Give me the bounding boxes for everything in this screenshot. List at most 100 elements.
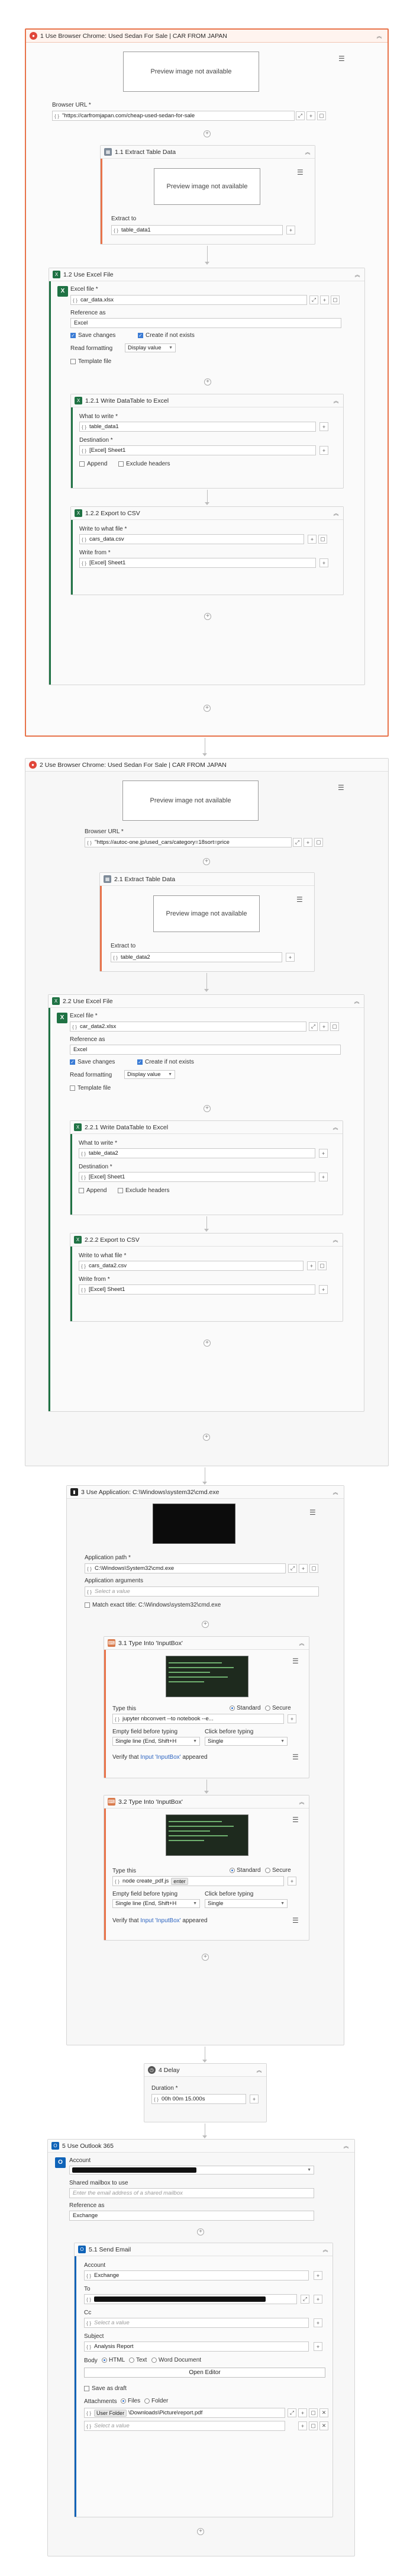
activity-header[interactable]: ⌨ 3.1 Type Into 'InputBox' ︽ (104, 1637, 309, 1650)
reference-as-field[interactable]: Exchange (69, 2211, 314, 2221)
add-variable-icon[interactable]: + (319, 1149, 328, 1158)
extract-to-field[interactable]: { } table_data2 (111, 952, 282, 962)
shared-mailbox-field[interactable]: Enter the email address of a shared mail… (69, 2188, 314, 2198)
type-this-field[interactable]: { } node create_pdf.js enter (112, 1876, 284, 1886)
activity-export-csv[interactable]: X 1.2.2 Export to CSV ︽ Write to what fi… (70, 506, 344, 595)
append-checkbox[interactable]: Append (79, 1187, 106, 1194)
add-variable-icon[interactable]: + (288, 1877, 296, 1886)
add-variable-icon[interactable]: + (250, 2095, 259, 2103)
activity-header[interactable]: O 5.1 Send Email ︽ (75, 2243, 332, 2256)
activity-extract-table[interactable]: ▦ 2.1 Extract Table Data Preview image n… (99, 872, 315, 972)
collapse-icon[interactable]: ︽ (343, 2143, 350, 2150)
more-options-icon[interactable]: ☰ (292, 1657, 299, 1665)
add-variable-icon[interactable]: + (319, 446, 328, 455)
body-text-radio[interactable]: Text (129, 2357, 147, 2363)
add-variable-icon[interactable]: + (314, 2271, 322, 2280)
folder-icon[interactable]: ▢ (331, 295, 340, 304)
collapse-icon[interactable]: ︽ (376, 33, 383, 40)
destination-field[interactable]: { } [Excel] Sheet1 (79, 1172, 315, 1182)
add-variable-icon[interactable]: + (299, 1564, 308, 1573)
folder-icon[interactable]: ▢ (330, 1022, 339, 1031)
more-options-icon[interactable]: ☰ (296, 895, 303, 904)
activity-use-outlook[interactable]: O 5 Use Outlook 365 ︽ O Account ▼ Shared… (47, 2139, 355, 2556)
attach-folder-radio[interactable]: Folder (144, 2398, 168, 2404)
template-file-checkbox[interactable]: Template file (70, 358, 111, 365)
collapse-icon[interactable]: ︽ (256, 2067, 263, 2074)
activity-type-into-1[interactable]: ⌨ 3.1 Type Into 'InputBox' ︽ ☰ Type this… (104, 1636, 309, 1778)
what-to-write-field[interactable]: { } table_data2 (79, 1148, 315, 1158)
collapse-icon[interactable]: ︽ (332, 1124, 339, 1131)
body-word-radio[interactable]: Word Document (151, 2357, 201, 2363)
save-as-draft-checkbox[interactable]: Save as draft (84, 2385, 127, 2392)
attachment-new-field[interactable]: { } Select a value (84, 2421, 285, 2431)
reference-as-field[interactable]: Excel (70, 318, 341, 328)
add-variable-icon[interactable]: + (307, 1261, 316, 1270)
attach-files-radio[interactable]: Files (121, 2398, 140, 2404)
activity-header[interactable]: X 2.2.2 Export to CSV ︽ (70, 1234, 343, 1247)
exclude-headers-checkbox[interactable]: Exclude headers (118, 1187, 170, 1194)
add-variable-icon[interactable]: + (319, 1022, 328, 1031)
body-html-radio[interactable]: HTML (102, 2357, 125, 2363)
add-variable-icon[interactable]: + (288, 1714, 296, 1723)
activity-send-email[interactable]: O 5.1 Send Email ︽ Account { } Exchange +… (74, 2243, 333, 2517)
application-path-field[interactable]: { } C:\Windows\System32\cmd.exe (85, 1563, 286, 1573)
more-options-icon[interactable]: ☰ (292, 1816, 299, 1824)
collapse-icon[interactable]: ︽ (332, 1236, 339, 1244)
activity-write-datatable[interactable]: X 2.2.1 Write DataTable to Excel ︽ What … (70, 1120, 343, 1215)
activity-export-csv[interactable]: X 2.2.2 Export to CSV ︽ Write to what fi… (70, 1233, 343, 1322)
activity-use-excel[interactable]: X 1.2 Use Excel File ︽ X Excel file * { … (49, 268, 365, 685)
activity-header[interactable]: X 1.2 Use Excel File ︽ (49, 268, 364, 281)
expand-icon[interactable]: ⤢ (288, 2408, 296, 2417)
activity-header[interactable]: O 5 Use Outlook 365 ︽ (48, 2140, 354, 2153)
expand-icon[interactable]: ⤢ (288, 1564, 297, 1573)
activity-extract-table[interactable]: ▦ 1.1 Extract Table Data ︽ Preview image… (100, 145, 315, 245)
expand-icon[interactable]: ⤢ (309, 295, 318, 304)
extract-to-field[interactable]: { } table_data1 (111, 225, 283, 235)
folder-icon[interactable]: ▢ (309, 1564, 318, 1573)
collapse-icon[interactable]: ︽ (322, 2246, 329, 2253)
add-variable-icon[interactable]: + (306, 111, 315, 120)
more-options-icon[interactable]: ☰ (338, 54, 345, 63)
account-dropdown[interactable]: ▼ (69, 2166, 314, 2174)
activity-header[interactable]: ◷ 4 Delay ︽ (144, 2064, 266, 2077)
what-to-write-field[interactable]: { } table_data1 (79, 422, 316, 432)
open-editor-button[interactable]: Open Editor (84, 2368, 325, 2378)
excel-file-field[interactable]: { } car_data.xlsx (70, 295, 307, 305)
add-variable-icon[interactable]: + (298, 2421, 307, 2430)
folder-icon[interactable]: ▢ (309, 2421, 318, 2430)
add-activity-icon[interactable]: + (203, 1434, 210, 1441)
browser-url-field[interactable]: { } "https://carfromjapan.com/cheap-used-… (52, 111, 295, 121)
add-activity-icon[interactable]: + (197, 2228, 204, 2235)
collapse-icon[interactable]: ︽ (354, 271, 361, 278)
remove-attachment-icon[interactable]: ✕ (319, 2408, 328, 2417)
activity-header[interactable]: X 1.2.2 Export to CSV ︽ (71, 507, 343, 520)
folder-icon[interactable]: ▢ (309, 2408, 318, 2417)
write-to-file-field[interactable]: { } cars_data2.csv (79, 1261, 304, 1271)
write-from-field[interactable]: { } [Excel] Sheet1 (79, 558, 316, 568)
activity-header[interactable]: X 1.2.1 Write DataTable to Excel ︽ (71, 394, 343, 407)
empty-field-dropdown[interactable]: Single line (End, Shift+H ▼ (112, 1737, 200, 1746)
duration-field[interactable]: { } 00h 00m 15.000s (151, 2094, 246, 2104)
activity-header[interactable]: X 2.2.1 Write DataTable to Excel ︽ (70, 1121, 343, 1134)
add-activity-icon[interactable]: + (202, 1621, 209, 1628)
add-activity-icon[interactable]: + (204, 130, 211, 137)
read-formatting-dropdown[interactable]: Display value ▼ (125, 343, 176, 352)
create-if-not-exists-checkbox[interactable]: ✓ Create if not exists (138, 332, 195, 339)
add-activity-icon[interactable]: + (197, 2528, 204, 2535)
add-activity-icon[interactable]: + (204, 705, 211, 712)
append-checkbox[interactable]: Append (79, 461, 107, 467)
expand-icon[interactable]: ⤢ (296, 111, 305, 120)
secure-radio[interactable]: Secure (265, 1867, 291, 1874)
folder-icon[interactable]: ▢ (318, 535, 327, 544)
more-options-icon[interactable]: ☰ (297, 168, 304, 176)
add-variable-icon[interactable]: + (319, 422, 328, 431)
excel-file-field[interactable]: { } car_data2.xlsx (70, 1022, 306, 1032)
destination-field[interactable]: { } [Excel] Sheet1 (79, 445, 316, 455)
add-variable-icon[interactable]: + (314, 2342, 322, 2351)
collapse-icon[interactable]: ︽ (332, 510, 340, 517)
add-variable-icon[interactable]: + (314, 2295, 322, 2304)
write-to-file-field[interactable]: { } cars_data.csv (79, 534, 304, 544)
send-account-field[interactable]: { } Exchange (84, 2270, 309, 2281)
more-options-icon[interactable]: ☰ (338, 783, 344, 792)
collapse-icon[interactable]: ︽ (332, 397, 340, 404)
